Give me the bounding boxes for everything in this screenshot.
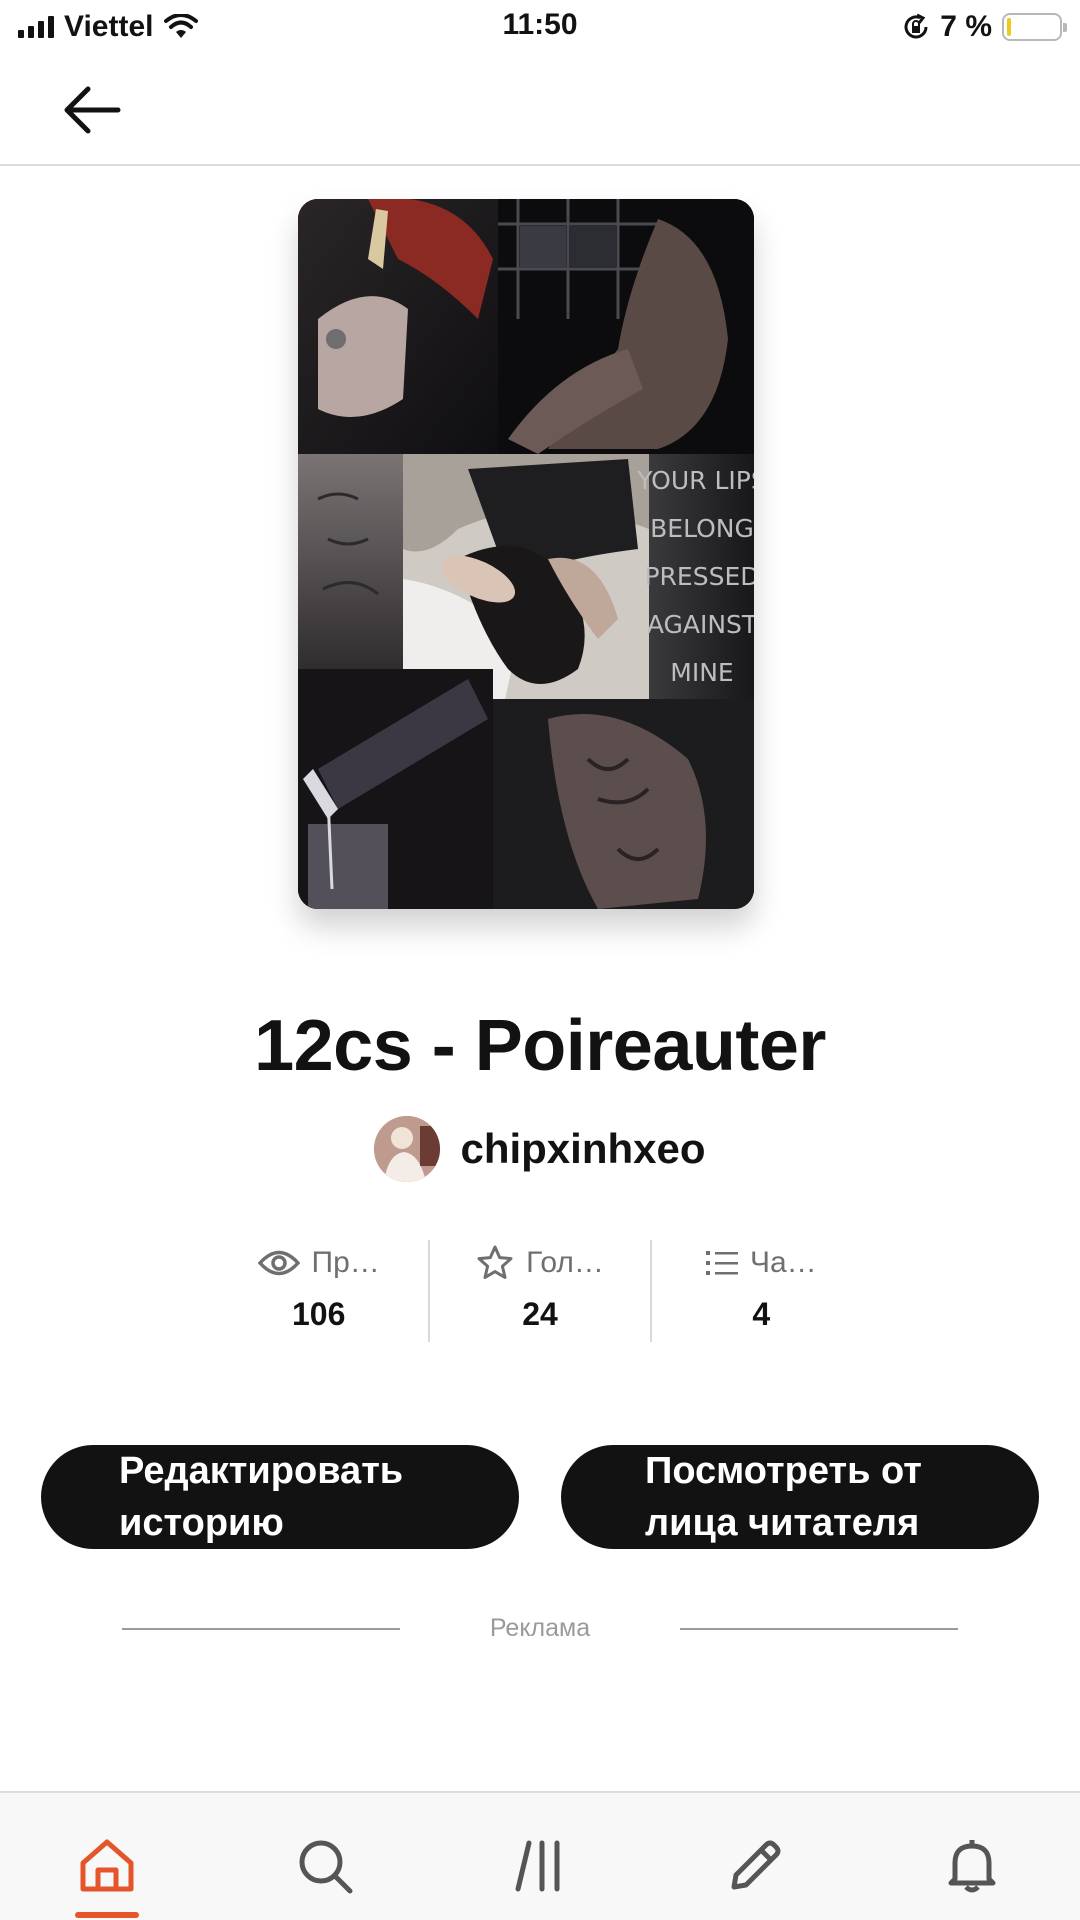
battery-percent: 7 % [940,10,992,43]
cover-text-line: YOUR LIPS [636,466,754,495]
stat-value: 4 [752,1296,771,1332]
back-button[interactable] [56,80,128,140]
rotation-lock-icon [904,13,928,39]
avatar [374,1116,441,1182]
ad-label: Реклама [489,1614,591,1642]
reader-view-button[interactable]: Посмотреть от лица читателя [561,1445,1039,1549]
star-icon [477,1245,513,1279]
top-header [0,54,1080,166]
search-icon [299,1840,353,1894]
eye-icon [257,1250,300,1276]
status-bar: Viettel 11:50 7 % [0,0,1080,54]
cover-collage-image: YOUR LIPS BELONG PRESSED AGAINST MINE [298,199,754,909]
arrow-left-icon [64,86,121,134]
nav-library[interactable] [503,1829,577,1903]
notifications-icon [948,1840,996,1893]
active-tab-indicator [75,1912,139,1918]
stat-label: Гол… [526,1246,604,1279]
cover-text-line: MINE [670,658,733,687]
status-right: 7 % [902,10,1067,44]
stat-value: 24 [522,1296,558,1332]
battery-icon [1002,13,1067,41]
story-stats: Пр… 106 Гол… 24 Ча… 4 [209,1240,871,1342]
ad-divider: Реклама [122,1614,958,1643]
battery-level [1007,18,1011,36]
edit-story-button[interactable]: Редактировать историю [41,1445,519,1549]
cover-text-line: PRESSED [644,562,754,591]
nav-home[interactable] [70,1829,144,1903]
cover-text-line: BELONG [650,514,754,543]
write-icon [731,1840,781,1890]
edit-story-label: Редактировать историю [119,1450,404,1544]
author-row[interactable]: chipxinhxeo [0,1116,1080,1182]
nav-notifications[interactable] [935,1829,1009,1903]
stat-reads: Пр… 106 [209,1240,428,1342]
reader-view-label: Посмотреть от лица читателя [645,1450,922,1544]
stat-value: 106 [291,1296,346,1332]
story-title: 12cs - Poireauter [254,1006,826,1086]
bottom-nav [0,1791,1080,1920]
nav-write[interactable] [718,1829,792,1903]
list-icon [705,1251,738,1275]
story-cover[interactable]: YOUR LIPS BELONG PRESSED AGAINST MINE [298,199,754,909]
home-icon [80,1839,134,1892]
library-icon [515,1840,560,1892]
divider-line [122,1627,400,1630]
stat-label: Пр… [311,1246,380,1279]
divider-line [680,1627,958,1630]
stat-label: Ча… [749,1246,817,1279]
author-name[interactable]: chipxinhxeo [460,1125,705,1173]
nav-search[interactable] [288,1829,362,1903]
stat-parts: Ча… 4 [649,1240,871,1342]
stat-votes: Гол… 24 [428,1240,649,1342]
cover-text-line: AGAINST [647,610,754,639]
